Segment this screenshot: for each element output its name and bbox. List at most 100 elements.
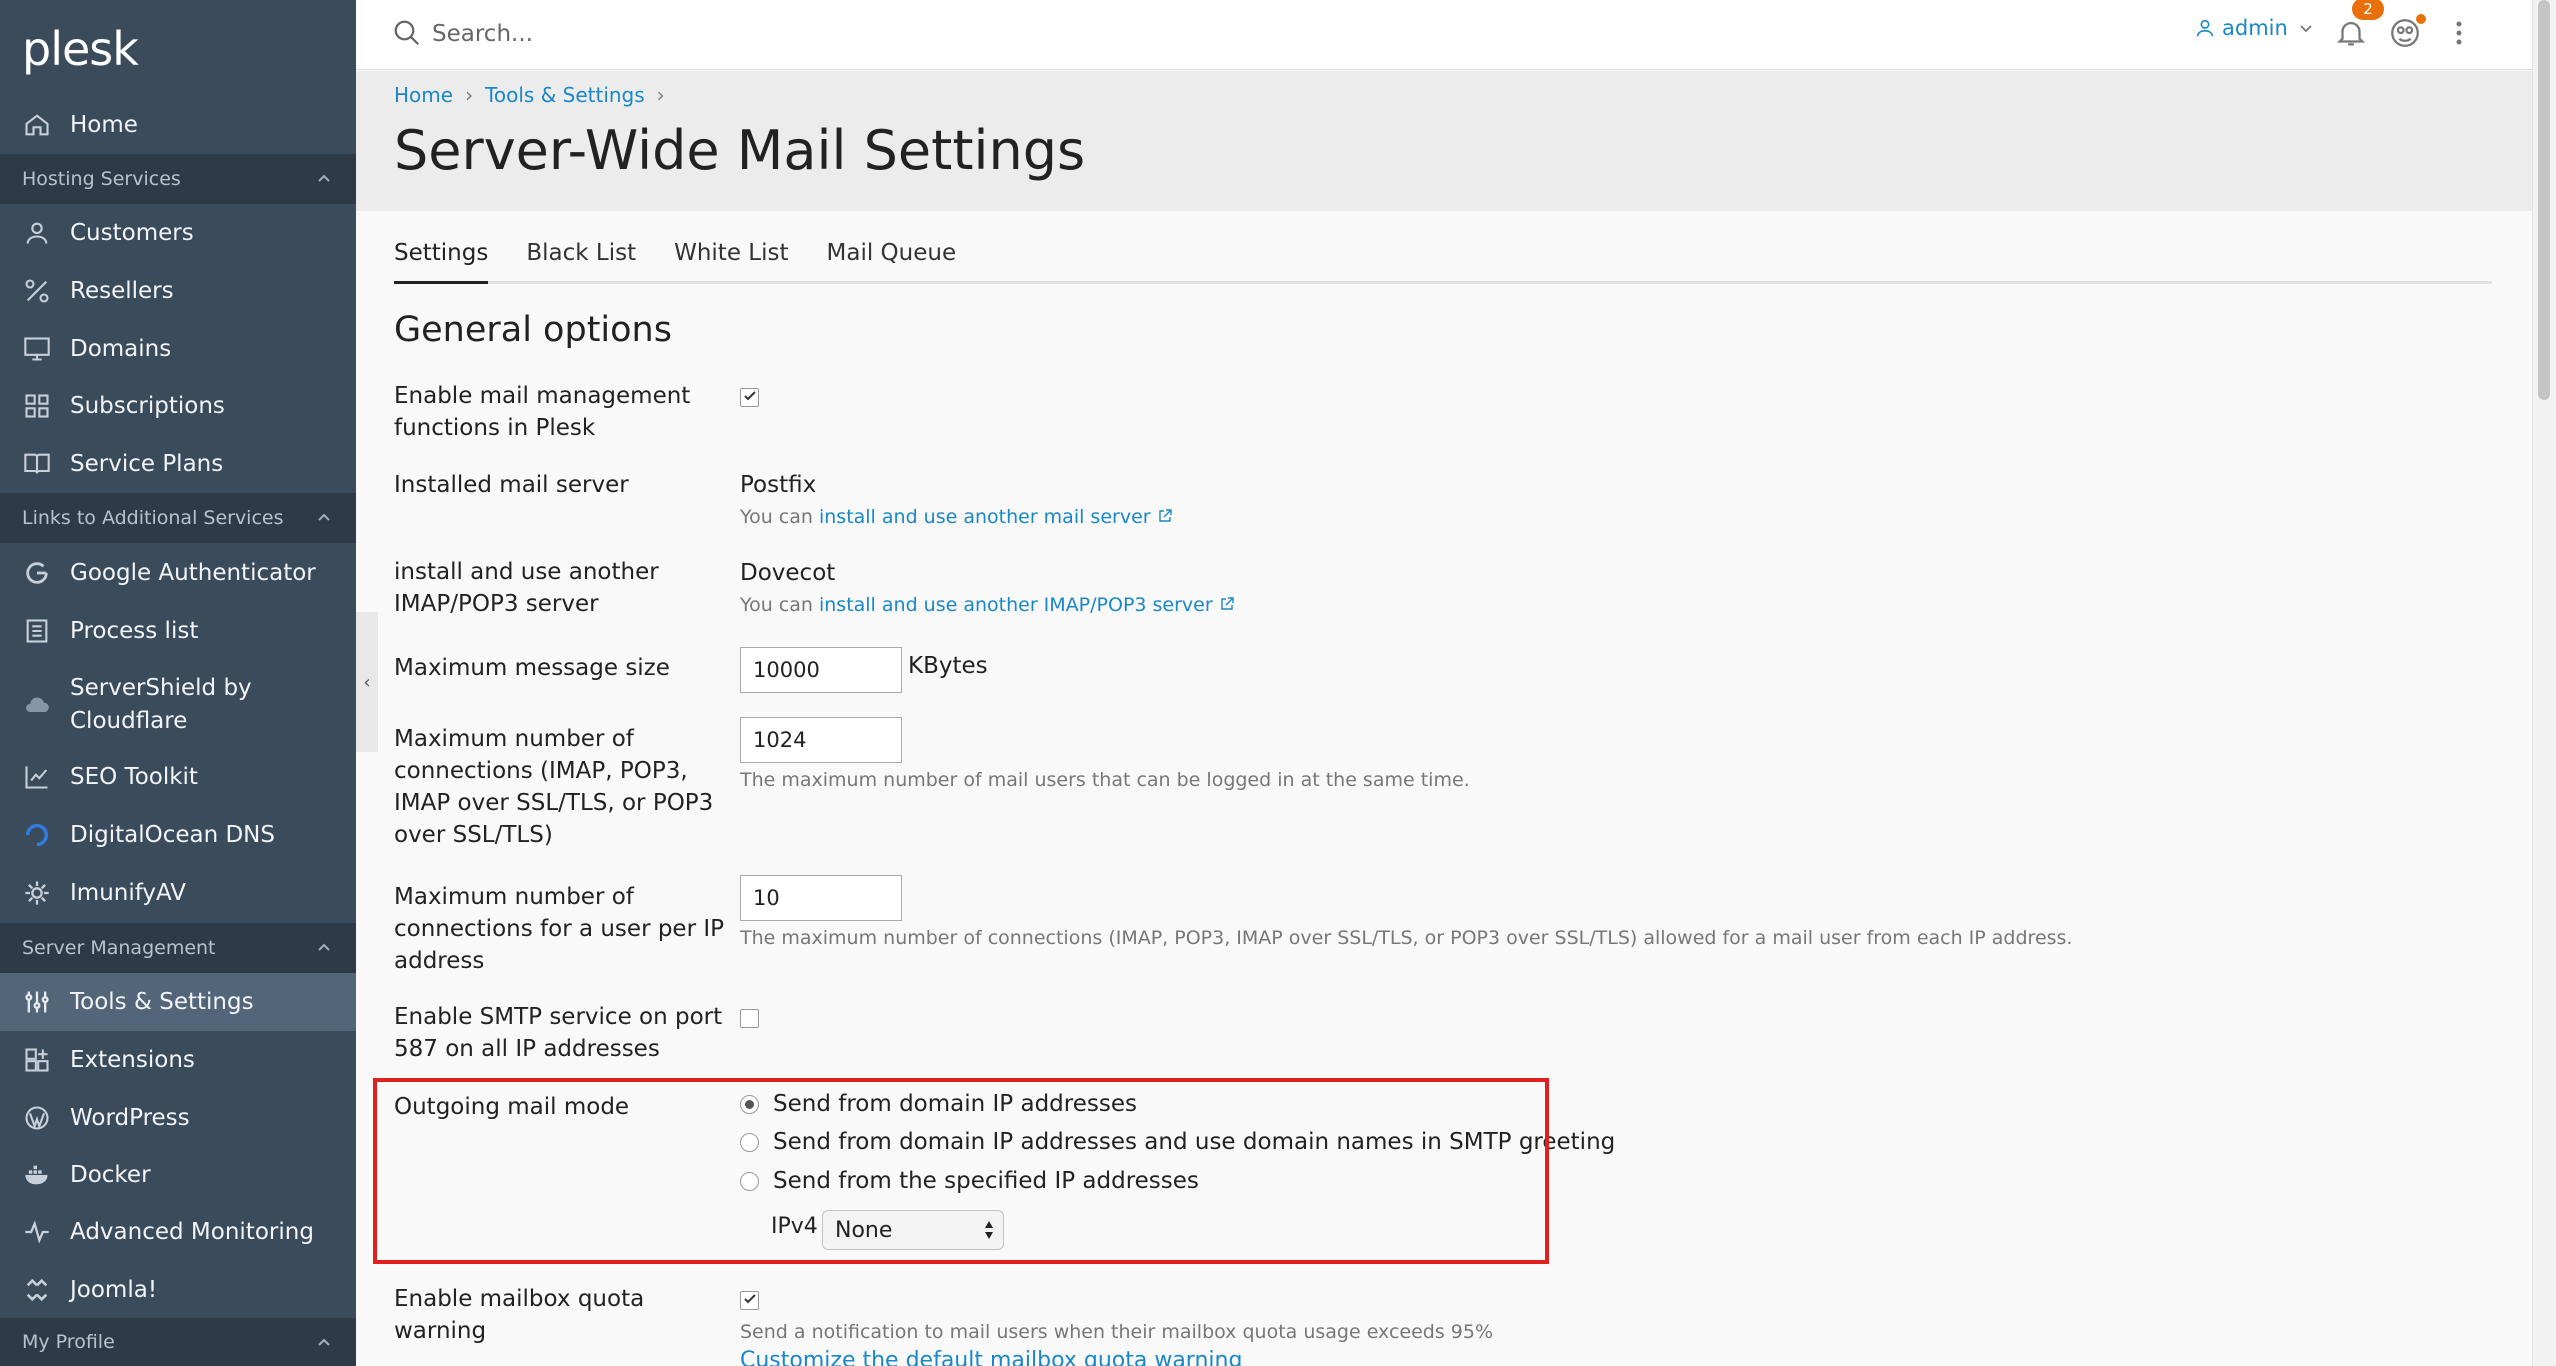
more-options-icon[interactable] — [2450, 18, 2468, 48]
quota-warning-label: Enable mailbox quota warning — [394, 1286, 645, 1344]
sidebar-item-label: Service Plans — [70, 451, 224, 477]
chevron-right-icon: › — [656, 83, 665, 107]
max-connections-label: Maximum number of connections (IMAP, POP… — [394, 726, 714, 848]
user-name: admin — [2222, 16, 2288, 40]
imap-server-value: Dovecot — [740, 560, 836, 586]
joomla-icon — [22, 1275, 52, 1305]
sidebar-item-label: SEO Toolkit — [70, 764, 198, 790]
section-my-profile[interactable]: My Profile — [0, 1318, 356, 1366]
sidebar-item-label: Domains — [70, 336, 172, 362]
sidebar-item-process-list[interactable]: Process list — [0, 602, 356, 660]
highlight-annotation — [373, 1078, 1549, 1264]
sidebar-item-home[interactable]: Home — [0, 96, 356, 154]
extensions-icon — [22, 1045, 52, 1075]
max-message-size-unit: KBytes — [908, 653, 988, 679]
max-message-size-input[interactable] — [740, 647, 902, 693]
enable-mail-checkbox[interactable] — [740, 388, 759, 407]
section-links-additional[interactable]: Links to Additional Services — [0, 493, 356, 543]
chart-icon — [22, 762, 52, 792]
sidebar-item-tools-settings[interactable]: Tools & Settings — [0, 973, 356, 1031]
sidebar-item-service-plans[interactable]: Service Plans — [0, 435, 356, 493]
sidebar-item-joomla[interactable]: Joomla! — [0, 1261, 356, 1319]
sliders-icon — [22, 987, 52, 1017]
wordpress-icon — [22, 1103, 52, 1133]
section-server-management[interactable]: Server Management — [0, 923, 356, 973]
imap-server-hint: You can install and use another IMAP/POP… — [740, 594, 1235, 616]
sidebar-item-customers[interactable]: Customers — [0, 204, 356, 262]
sidebar-collapse-button[interactable]: ‹ — [356, 612, 378, 752]
sidebar-item-docker[interactable]: Docker — [0, 1146, 356, 1204]
sidebar-item-servershield[interactable]: ServerShield by Cloudflare — [0, 670, 300, 740]
user-menu[interactable]: admin — [2194, 16, 2320, 40]
external-link-icon — [1220, 597, 1234, 610]
imap-server-label: install and use another IMAP/POP3 server — [394, 559, 659, 617]
install-imap-server-link[interactable]: install and use another IMAP/POP3 server — [819, 594, 1213, 616]
sidebar-item-seo-toolkit[interactable]: SEO Toolkit — [0, 748, 356, 806]
section-hosting-services[interactable]: Hosting Services — [0, 154, 356, 204]
list-icon — [22, 616, 52, 646]
tab-settings[interactable]: Settings — [394, 240, 489, 284]
breadcrumb-home[interactable]: Home — [394, 83, 453, 107]
tab-black-list[interactable]: Black List — [526, 240, 636, 284]
sidebar-item-extensions[interactable]: Extensions — [0, 1031, 356, 1089]
max-connections-ip-input[interactable] — [740, 875, 902, 921]
tab-white-list[interactable]: White List — [674, 240, 788, 284]
scrollbar-thumb[interactable] — [2538, 0, 2550, 400]
mail-server-label: Installed mail server — [394, 472, 629, 498]
breadcrumb: Home › Tools & Settings › — [394, 83, 677, 107]
sidebar: plesk Home Hosting Services Customers Re… — [0, 0, 356, 1366]
notification-badge: 2 — [2352, 0, 2384, 20]
sidebar-item-label: Extensions — [70, 1047, 195, 1073]
search-icon — [394, 20, 420, 46]
quota-warning-hint: Send a notification to mail users when t… — [740, 1321, 1494, 1343]
smtp-587-checkbox[interactable] — [740, 1009, 759, 1028]
percent-icon — [22, 276, 52, 306]
sidebar-item-label: ServerShield by Cloudflare — [70, 675, 252, 734]
chevron-down-icon — [2300, 25, 2312, 33]
sidebar-item-digitalocean-dns[interactable]: DigitalOcean DNS — [0, 806, 356, 864]
mail-server-hint: You can install and use another mail ser… — [740, 506, 1173, 528]
update-dot — [2416, 14, 2426, 24]
search-input[interactable] — [432, 14, 1032, 54]
user-icon — [22, 218, 52, 248]
sidebar-item-wordpress[interactable]: WordPress — [0, 1089, 356, 1147]
home-icon — [22, 110, 52, 140]
sidebar-item-resellers[interactable]: Resellers — [0, 262, 356, 320]
tab-mail-queue[interactable]: Mail Queue — [827, 240, 957, 284]
sidebar-item-label: Home — [70, 112, 138, 138]
sidebar-item-label: Resellers — [70, 278, 174, 304]
page-header: Home › Tools & Settings › Server-Wide Ma… — [356, 71, 2532, 211]
max-message-size-label: Maximum message size — [394, 655, 670, 681]
max-connections-hint: The maximum number of mail users that ca… — [740, 769, 1470, 791]
max-connections-input[interactable] — [740, 717, 902, 763]
plesk-logo[interactable]: plesk — [22, 22, 139, 76]
docker-icon — [22, 1160, 52, 1190]
google-icon — [22, 558, 52, 588]
chevron-right-icon: › — [465, 83, 474, 107]
gear-icon — [22, 878, 52, 908]
quota-warning-link-wrap: Customize the default mailbox quota warn… — [740, 1348, 1242, 1366]
sidebar-item-google-authenticator[interactable]: Google Authenticator — [0, 544, 356, 602]
sidebar-item-subscriptions[interactable]: Subscriptions — [0, 377, 356, 435]
sidebar-item-label: Customers — [70, 220, 194, 246]
checkmark-icon — [744, 1294, 756, 1304]
book-icon — [22, 449, 52, 479]
sidebar-item-label: Advanced Monitoring — [70, 1219, 314, 1245]
tab-bar: Settings Black List White List Mail Queu… — [394, 240, 2492, 284]
install-mail-server-link[interactable]: install and use another mail server — [819, 506, 1151, 528]
chevron-left-icon: ‹ — [363, 671, 371, 693]
quota-warning-checkbox[interactable] — [740, 1291, 759, 1310]
checkmark-icon — [744, 391, 756, 401]
chevron-up-icon — [318, 943, 330, 951]
max-connections-ip-label: Maximum number of connections for a user… — [394, 884, 725, 974]
sidebar-item-label: Joomla! — [70, 1277, 158, 1303]
sidebar-item-label: Subscriptions — [70, 393, 225, 419]
page-title: Server-Wide Mail Settings — [394, 119, 1086, 182]
customize-quota-warning-link[interactable]: Customize the default mailbox quota warn… — [740, 1348, 1242, 1366]
breadcrumb-tools-settings[interactable]: Tools & Settings — [485, 83, 645, 107]
sidebar-item-domains[interactable]: Domains — [0, 320, 356, 378]
max-connections-ip-hint: The maximum number of connections (IMAP,… — [740, 927, 2073, 949]
sidebar-item-imunifyav[interactable]: ImunifyAV — [0, 864, 356, 922]
sidebar-item-advanced-monitoring[interactable]: Advanced Monitoring — [0, 1203, 356, 1261]
bell-icon[interactable] — [2334, 16, 2368, 50]
